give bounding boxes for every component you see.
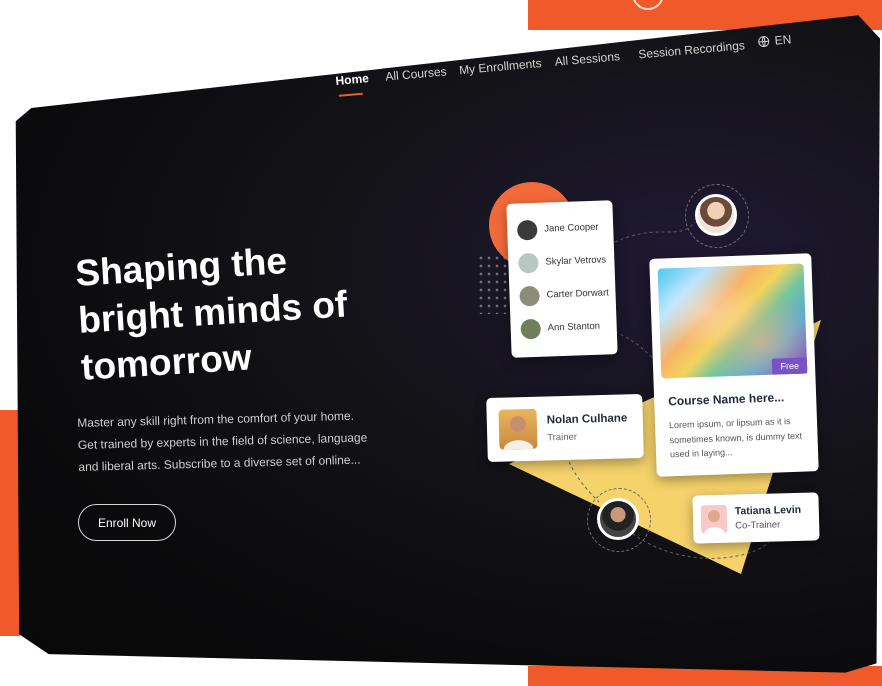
cotrainer-name: Tatiana Levin bbox=[734, 503, 802, 518]
top-nav: Home All Courses My Enrollments All Sess… bbox=[334, 25, 806, 106]
avatar bbox=[519, 285, 540, 306]
student-name: Jane Cooper bbox=[544, 221, 599, 235]
student-name: Skylar Vetrovs bbox=[545, 254, 607, 268]
student-name: Ann Stanton bbox=[547, 320, 601, 334]
person-icon bbox=[704, 510, 725, 534]
globe-icon bbox=[758, 36, 770, 48]
website-screen: Home All Courses My Enrollments All Sess… bbox=[15, 15, 880, 673]
trainer-card[interactable]: Nolan Culhane Trainer bbox=[486, 393, 644, 463]
avatar bbox=[516, 219, 538, 241]
hero-illustration: Jane Cooper Skylar Vetrovs Carter Dorwar… bbox=[469, 182, 829, 612]
nav-session-recordings[interactable]: Session Recordings bbox=[638, 38, 746, 61]
student-item[interactable]: Ann Stanton bbox=[510, 309, 617, 346]
hero-title: Shaping the bright minds of tomorrow bbox=[74, 230, 412, 391]
language-label: EN bbox=[774, 32, 792, 48]
floating-avatar-woman bbox=[695, 194, 737, 236]
nav-home[interactable]: Home bbox=[335, 71, 369, 88]
orange-backdrop-left bbox=[0, 410, 20, 636]
nav-all-courses[interactable]: All Courses bbox=[385, 64, 447, 83]
students-card: Jane Cooper Skylar Vetrovs Carter Dorwar… bbox=[506, 200, 618, 358]
student-name: Carter Dorwart bbox=[546, 287, 610, 301]
course-title: Course Name here... bbox=[667, 390, 785, 409]
trainer-avatar bbox=[498, 408, 538, 450]
student-item[interactable]: Jane Cooper bbox=[507, 210, 614, 247]
hero-description: Master any skill right from the comfort … bbox=[77, 408, 368, 474]
avatar bbox=[518, 252, 539, 274]
trainer-name: Nolan Culhane bbox=[546, 411, 628, 426]
student-item[interactable]: Carter Dorwart bbox=[509, 276, 616, 313]
person-icon bbox=[503, 416, 534, 450]
course-description: Lorem ipsum, or lipsum as it is sometime… bbox=[668, 416, 803, 460]
nav-my-enrollments[interactable]: My Enrollments bbox=[458, 56, 542, 77]
cotrainer-role: Co-Trainer bbox=[735, 519, 781, 532]
cotrainer-avatar bbox=[700, 504, 728, 534]
avatar bbox=[520, 318, 542, 339]
nav-active-indicator bbox=[338, 92, 363, 97]
student-item[interactable]: Skylar Vetrovs bbox=[508, 243, 615, 280]
nav-all-sessions[interactable]: All Sessions bbox=[554, 49, 620, 69]
language-selector[interactable]: EN bbox=[757, 32, 792, 49]
enroll-now-button[interactable]: Enroll Now bbox=[78, 504, 176, 541]
course-card[interactable]: Free Course Name here... Lorem ipsum, or… bbox=[649, 253, 819, 477]
floating-avatar-man bbox=[597, 498, 639, 540]
trainer-role: Trainer bbox=[547, 431, 578, 443]
cotrainer-card[interactable]: Tatiana Levin Co-Trainer bbox=[692, 492, 820, 544]
free-badge: Free bbox=[772, 357, 808, 375]
